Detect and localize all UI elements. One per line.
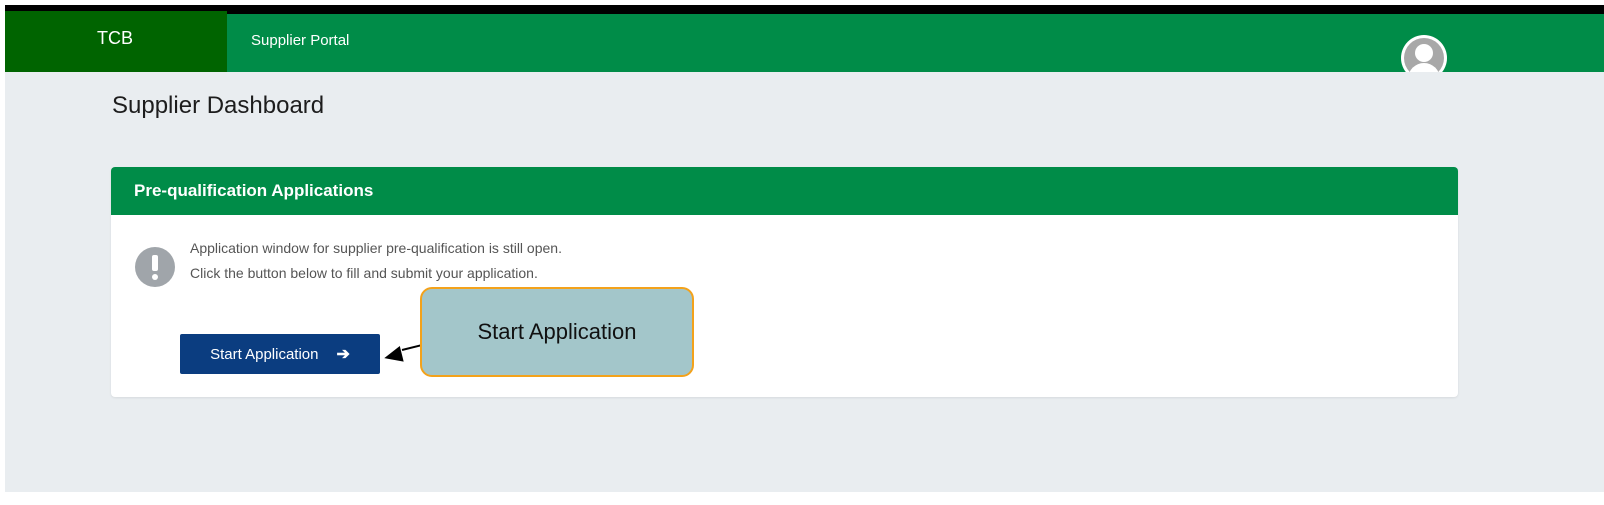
portal-title[interactable]: Supplier Portal — [251, 32, 349, 49]
exclamation-circle-icon — [135, 247, 175, 287]
card-header: Pre-qualification Applications — [111, 167, 1458, 215]
navbar: TCB Supplier Portal — [5, 11, 1604, 83]
exclamation-dot — [152, 274, 158, 280]
arrow-right-icon: ➔ — [336, 346, 350, 363]
annotation-callout: Start Application — [420, 287, 694, 377]
exclamation-bar — [152, 255, 158, 271]
start-application-button[interactable]: Start Application ➔ — [180, 334, 380, 374]
main-content: Supplier Dashboard Pre-qualification App… — [5, 72, 1604, 492]
page-title: Supplier Dashboard — [112, 92, 325, 119]
info-message-line2: Click the button below to fill and submi… — [190, 265, 538, 281]
avatar-head — [1415, 44, 1433, 62]
brand-label: TCB — [97, 28, 133, 48]
info-message-line1: Application window for supplier pre-qual… — [190, 240, 562, 256]
start-application-label: Start Application — [210, 345, 319, 363]
callout-text: Start Application — [477, 319, 637, 344]
prequalification-card: Pre-qualification Applications Applicati… — [111, 167, 1458, 397]
card-title: Pre-qualification Applications — [134, 181, 374, 200]
